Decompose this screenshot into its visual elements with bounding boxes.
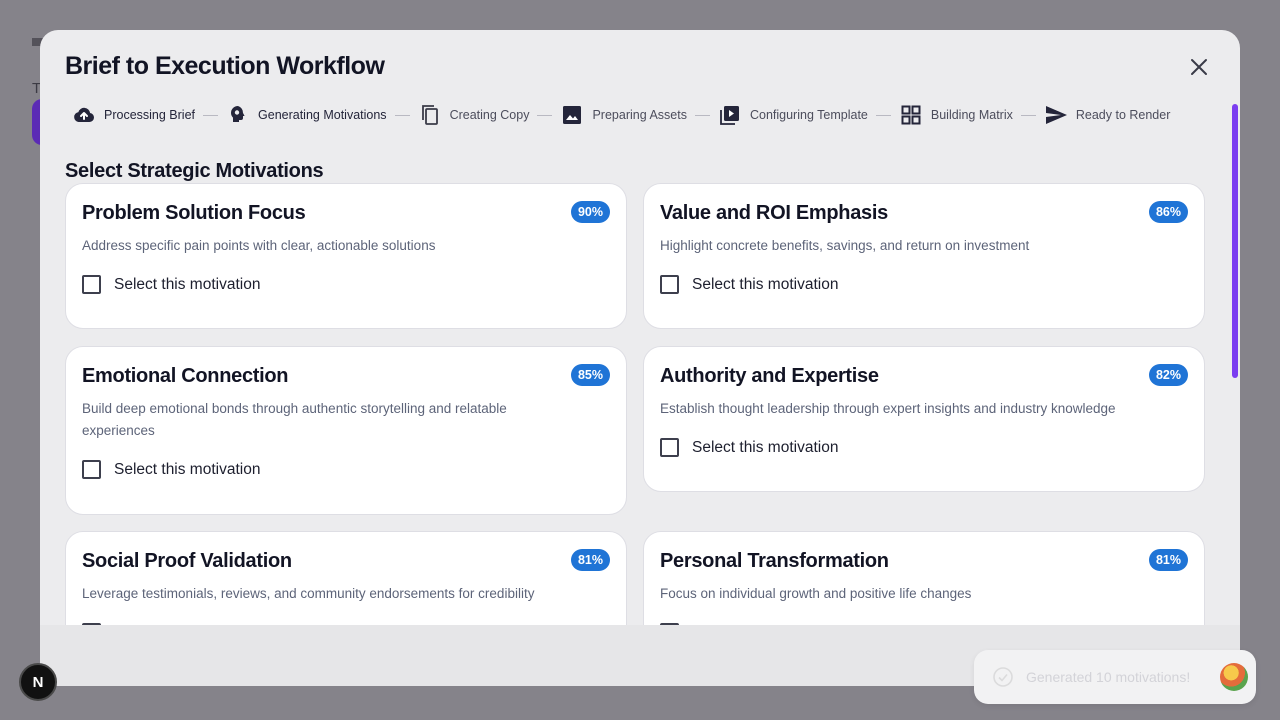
assistant-avatar-icon[interactable] [1220,663,1248,691]
step-label: Generating Motivations [258,108,387,122]
checkbox[interactable] [660,438,679,457]
close-icon [1191,59,1207,75]
step-label: Creating Copy [449,108,530,122]
step-configuring-template: Configuring Template [718,103,868,127]
motivation-description: Highlight concrete benefits, savings, an… [660,238,1030,253]
scrollbar[interactable] [1232,104,1238,378]
checkbox[interactable] [82,275,101,294]
step-divider [1020,114,1036,116]
motivation-title: Problem Solution Focus [82,202,306,224]
select-motivation-checkbox[interactable]: Select this motivation [82,460,610,479]
checkbox[interactable] [660,275,679,294]
step-divider [394,114,410,116]
brain-icon [226,103,250,127]
close-button[interactable] [1188,56,1210,78]
checkbox[interactable] [82,460,101,479]
motivation-description: Focus on individual growth and positive … [660,586,972,601]
step-building-matrix: Building Matrix [899,103,1013,127]
step-label: Processing Brief [104,108,196,122]
motivation-card[interactable]: Personal Transformation 81% Focus on ind… [643,531,1205,625]
checkbox-label: Select this motivation [692,275,839,293]
select-motivation-checkbox[interactable]: Select this motivation [660,438,1188,457]
step-label: Configuring Template [749,108,868,122]
step-label: Preparing Assets [592,108,687,122]
success-toast: Generated 10 motivations! [974,650,1256,704]
motivation-description: Establish thought leadership through exp… [660,401,1116,416]
checkbox-label: Select this motivation [114,460,261,478]
score-badge: 86% [1148,201,1188,223]
send-icon [1044,103,1068,127]
motivation-title: Personal Transformation [660,550,889,572]
step-divider [203,114,219,116]
checkbox-label: Select this motivation [114,275,261,293]
score-badge: 81% [570,549,610,571]
select-motivation-checkbox[interactable]: Select this motivation [82,275,610,294]
step-label: Ready to Render [1075,108,1171,122]
motivation-description: Build deep emotional bonds through authe… [82,401,507,438]
score-badge: 90% [570,201,610,223]
score-badge: 81% [1148,549,1188,571]
motivations-scroll-area[interactable]: Select Strategic Motivations Problem Sol… [40,140,1240,625]
motivation-description: Address specific pain points with clear,… [82,238,436,253]
motivation-description: Leverage testimonials, reviews, and comm… [82,586,535,601]
step-processing-brief: Processing Brief [72,103,195,127]
score-badge: 82% [1148,364,1188,386]
workflow-modal: Brief to Execution Workflow Processing B… [40,30,1240,686]
modal-title: Brief to Execution Workflow [65,52,385,80]
motivation-card[interactable]: Emotional Connection 85% Build deep emot… [65,346,627,515]
cloud-upload-icon [72,103,96,127]
step-divider [694,114,710,116]
toast-message: Generated 10 motivations! [1026,669,1191,685]
grid-icon [899,103,923,127]
motivation-card[interactable]: Problem Solution Focus 90% Address speci… [65,183,627,329]
step-ready-to-render: Ready to Render [1044,103,1171,127]
motivation-card[interactable]: Authority and Expertise 82% Establish th… [643,346,1205,492]
section-title: Select Strategic Motivations [65,160,324,182]
motivation-title: Emotional Connection [82,365,289,387]
motivation-title: Value and ROI Emphasis [660,202,888,224]
score-badge: 85% [570,364,610,386]
step-divider [875,114,891,116]
image-icon [560,103,584,127]
motivation-card[interactable]: Social Proof Validation 81% Leverage tes… [65,531,627,625]
checkbox-label: Select this motivation [692,438,839,456]
copy-icon [418,103,442,127]
check-circle-icon [993,667,1013,687]
step-divider [537,114,553,116]
motivation-card[interactable]: Value and ROI Emphasis 86% Highlight con… [643,183,1205,329]
workflow-stepper: Processing Brief Generating Motivations … [72,102,1202,128]
step-preparing-assets: Preparing Assets [560,103,687,127]
step-label: Building Matrix [930,108,1013,122]
select-motivation-checkbox[interactable]: Select this motivation [660,275,1188,294]
motivation-title: Social Proof Validation [82,550,292,572]
step-creating-copy: Creating Copy [418,103,530,127]
video-template-icon [718,103,742,127]
motivation-title: Authority and Expertise [660,365,879,387]
dev-tools-badge[interactable]: N [19,663,57,701]
step-generating-motivations: Generating Motivations [226,103,387,127]
